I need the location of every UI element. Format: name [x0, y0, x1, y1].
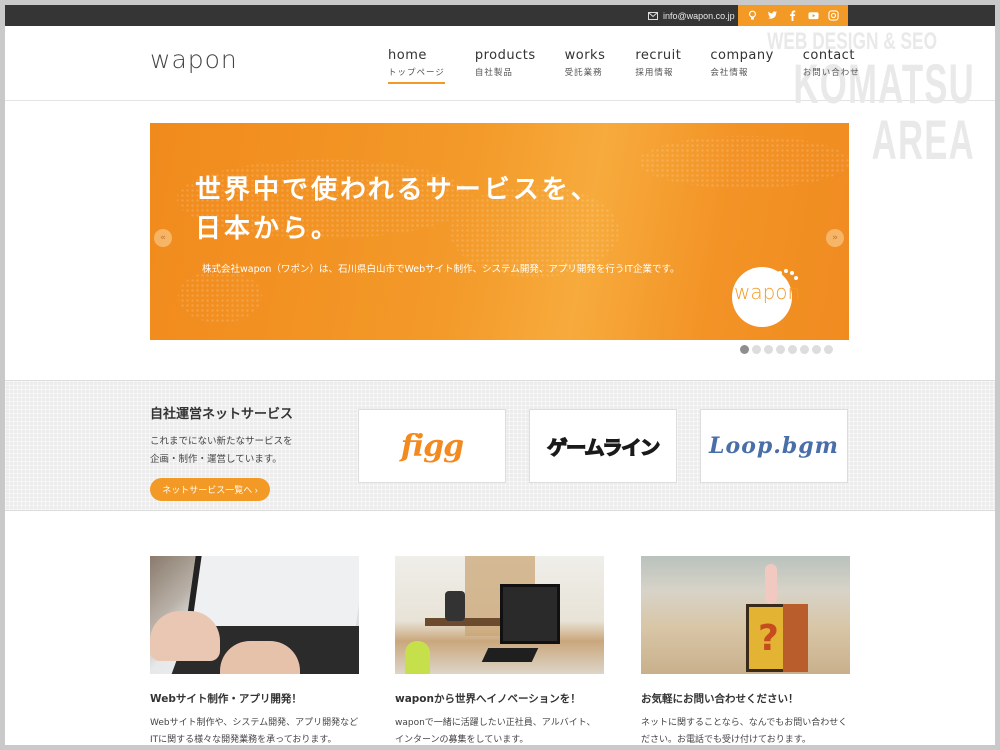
office-photo — [395, 556, 604, 674]
slider-dot[interactable] — [764, 345, 773, 354]
feature-desc-line: Webサイト制作や、システム開発、アプリ開発など — [150, 718, 359, 728]
feature-web-dev[interactable]: Webサイト制作・アプリ開発！ Webサイト制作や、システム開発、アプリ開発など… — [150, 556, 359, 745]
email-link[interactable]: info@wapon.co.jp — [648, 5, 735, 26]
nav-item-company[interactable]: company 会社情報 — [710, 48, 773, 78]
nav-sublabel: 採用情報 — [635, 68, 674, 78]
feature-description: ネットに関することなら、なんでもお問い合わせく ださい。お電話でも受け付けており… — [641, 715, 850, 745]
feature-desc-line: ネットに関することなら、なんでもお問い合わせく — [641, 718, 848, 728]
slider-dot[interactable] — [824, 345, 833, 354]
feature-desc-line: インターンの募集をしています。 — [395, 734, 529, 745]
services-desc-line: 企画・制作・運営しています。 — [150, 454, 282, 465]
service-card-loopbgm[interactable]: Loop.bgm — [700, 409, 848, 483]
nav-item-contact[interactable]: contact お問い合わせ — [803, 48, 860, 78]
top-bar: info@wapon.co.jp — [5, 5, 995, 26]
nav-sublabel: お問い合わせ — [802, 68, 860, 78]
hero-slider: 世界中で使われるサービスを、 日本から。 株式会社wapon（ワポン）は、石川県… — [150, 123, 849, 340]
feature-description: waponで一緒に活躍したい正社員、アルバイト、 インターンの募集をしています。 — [395, 715, 604, 745]
nav-sublabel: 自社製品 — [474, 68, 513, 78]
facebook-icon[interactable] — [787, 10, 799, 22]
feature-desc-line: ITに関する様々な開発業務を承っております。 — [150, 734, 337, 745]
hero-title: 世界中で使われるサービスを、 日本から。 — [195, 171, 600, 249]
slider-dot[interactable] — [740, 345, 749, 354]
figg-logo: figg — [400, 428, 464, 464]
youtube-icon[interactable] — [807, 10, 819, 22]
slider-next-button[interactable]: » — [826, 229, 844, 247]
nav-label: company — [710, 48, 774, 63]
page-frame: info@wapon.co.jp wapon WEB DESIGN & SEO … — [5, 5, 995, 745]
question-block-photo: ? — [641, 556, 850, 674]
hero-logo-text: wapon — [734, 280, 801, 304]
feature-description: Webサイト制作や、システム開発、アプリ開発など ITに関する様々な開発業務を承… — [150, 715, 359, 745]
nav-sublabel: トップページ — [388, 68, 445, 78]
services-title: 自社運営ネットサービス — [150, 407, 294, 422]
services-section: 自社運営ネットサービス これまでにない新たなサービスを 企画・制作・運営していま… — [5, 380, 995, 511]
nav-sublabel: 会社情報 — [710, 68, 749, 78]
nav-label: works — [564, 48, 606, 63]
slider-dot[interactable] — [812, 345, 821, 354]
feature-title: waponから世界へイノベーションを！ — [395, 693, 581, 705]
services-description: これまでにない新たなサービスを 企画・制作・運営しています。 — [150, 433, 293, 469]
slider-pager — [740, 345, 833, 354]
twitter-icon[interactable] — [767, 10, 779, 22]
feature-title: Webサイト制作・アプリ開発！ — [150, 693, 302, 705]
lightbulb-icon[interactable] — [746, 10, 758, 22]
social-links — [738, 5, 848, 26]
hero-subtitle: 株式会社wapon（ワポン）は、石川県白山市でWebサイト制作、システム開発、ア… — [202, 264, 680, 275]
slider-dot[interactable] — [776, 345, 785, 354]
gameline-logo: ゲームライン — [546, 436, 660, 459]
feature-desc-line: ださい。お電話でも受け付けております。 — [641, 734, 811, 745]
main-nav: home トップページ products 自社製品 works 受託業務 rec… — [388, 48, 860, 84]
hero-title-line-1: 世界中で使われるサービスを、 — [195, 175, 600, 205]
slider-prev-button[interactable]: « — [154, 229, 172, 247]
nav-label: recruit — [635, 48, 682, 63]
nav-label: products — [474, 48, 536, 63]
slider-dot[interactable] — [788, 345, 797, 354]
services-desc-line: これまでにない新たなサービスを — [150, 436, 293, 447]
nav-item-products[interactable]: products 自社製品 — [475, 48, 536, 78]
services-list-button[interactable]: ネットサービス一覧へ › — [150, 478, 270, 501]
service-card-gameline[interactable]: ゲームライン — [529, 409, 677, 483]
nav-item-works[interactable]: works 受託業務 — [565, 48, 606, 78]
feature-desc-line: waponで一緒に活躍したい正社員、アルバイト、 — [395, 718, 596, 728]
laptop-typing-photo — [150, 556, 359, 674]
nav-label: contact — [802, 48, 855, 63]
slider-dot[interactable] — [752, 345, 761, 354]
site-header: wapon WEB DESIGN & SEO KOMATSU AREA home… — [5, 26, 995, 168]
mail-icon — [648, 11, 658, 20]
service-card-figg[interactable]: figg — [358, 409, 506, 483]
nav-label: home — [388, 48, 427, 63]
nav-item-recruit[interactable]: recruit 採用情報 — [635, 48, 681, 78]
email-text: info@wapon.co.jp — [663, 10, 735, 21]
nav-sublabel: 受託業務 — [564, 68, 603, 78]
feature-recruit[interactable]: waponから世界へイノベーションを！ waponで一緒に活躍したい正社員、アル… — [395, 556, 604, 745]
site-logo[interactable]: wapon — [150, 45, 238, 74]
loopbgm-logo: Loop.bgm — [709, 433, 839, 459]
hero-title-line-2: 日本から。 — [195, 214, 341, 244]
feature-title: お気軽にお問い合わせください！ — [641, 693, 799, 705]
instagram-icon[interactable] — [828, 10, 840, 22]
nav-item-home[interactable]: home トップページ — [388, 48, 445, 84]
feature-contact[interactable]: ? お気軽にお問い合わせください！ ネットに関することなら、なんでもお問い合わせ… — [641, 556, 850, 745]
slider-dot[interactable] — [800, 345, 809, 354]
